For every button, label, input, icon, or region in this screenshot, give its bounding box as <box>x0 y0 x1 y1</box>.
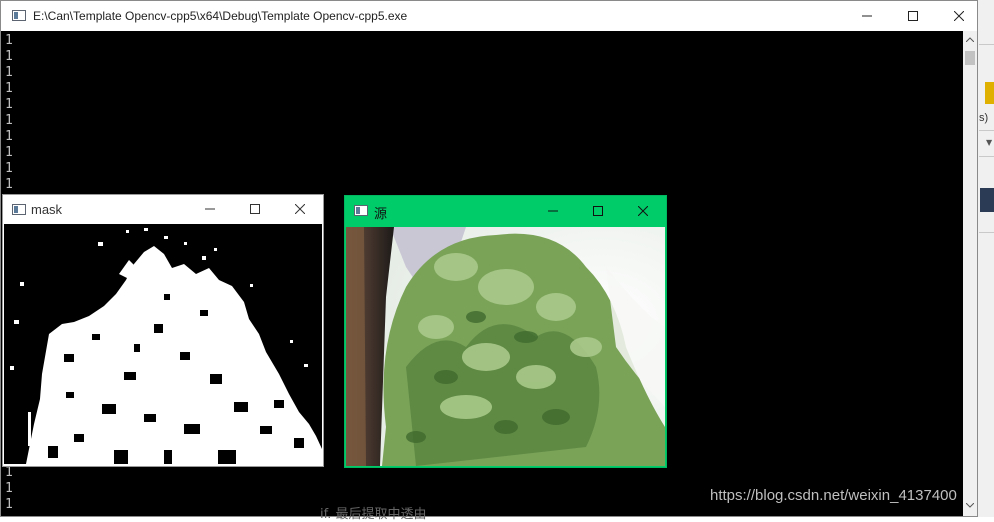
source-minimize-button[interactable] <box>530 196 576 226</box>
close-button[interactable] <box>936 1 982 31</box>
app-icon <box>12 10 26 21</box>
console-line: 1 <box>5 497 13 512</box>
minimize-icon <box>862 15 872 17</box>
scroll-down-icon[interactable] <box>966 503 974 508</box>
maximize-icon <box>908 11 918 21</box>
background-divider <box>979 44 994 45</box>
close-icon <box>954 11 964 21</box>
maximize-icon <box>593 206 603 216</box>
scroll-up-icon[interactable] <box>966 37 974 42</box>
background-dropdown-icon: ▼ <box>986 138 993 147</box>
mask-window[interactable]: mask <box>2 194 324 467</box>
maximize-button[interactable] <box>890 1 936 31</box>
source-close-button[interactable] <box>620 196 666 226</box>
console-line: 1 <box>5 49 13 64</box>
console-line: 1 <box>5 177 13 192</box>
mask-maximize-button[interactable] <box>232 195 278 223</box>
console-title: E:\Can\Template Opencv-cpp5\x64\Debug\Te… <box>33 9 408 23</box>
console-titlebar[interactable]: E:\Can\Template Opencv-cpp5\x64\Debug\Te… <box>1 1 977 31</box>
background-fragment-text: s) <box>979 112 989 124</box>
console-line: 1 <box>5 481 13 496</box>
source-window-title: 源 <box>374 206 388 221</box>
background-bottom-text: if. 最后提取中透由 <box>320 507 427 522</box>
source-window[interactable]: 源 <box>344 195 667 468</box>
minimize-button[interactable] <box>844 1 890 31</box>
watermark: https://blog.csdn.net/weixin_4137400 <box>710 487 957 504</box>
app-icon <box>354 205 368 216</box>
background-divider <box>979 232 994 233</box>
source-image <box>346 227 665 466</box>
console-line: 1 <box>5 465 13 480</box>
app-icon <box>12 204 26 215</box>
background-divider <box>979 130 994 131</box>
scrollbar-thumb[interactable] <box>965 51 975 65</box>
mask-close-button[interactable] <box>277 195 323 223</box>
background-navy-block <box>980 188 994 212</box>
mask-minimize-button[interactable] <box>187 195 233 223</box>
console-line: 1 <box>5 81 13 96</box>
maximize-icon <box>250 204 260 214</box>
console-scrollbar[interactable] <box>963 31 977 516</box>
background-divider <box>979 156 994 157</box>
mask-image <box>4 224 322 464</box>
minimize-icon <box>548 210 558 212</box>
console-line: 1 <box>5 33 13 48</box>
console-line: 1 <box>5 113 13 128</box>
close-icon <box>638 206 648 216</box>
background-app-strip <box>978 0 994 517</box>
minimize-icon <box>205 208 215 210</box>
console-line: 1 <box>5 145 13 160</box>
background-yellow-block <box>985 82 994 104</box>
console-line: 1 <box>5 161 13 176</box>
mask-window-title: mask <box>31 202 63 217</box>
source-maximize-button[interactable] <box>575 196 621 226</box>
console-line: 1 <box>5 129 13 144</box>
console-line: 1 <box>5 65 13 80</box>
console-line: 1 <box>5 97 13 112</box>
close-icon <box>295 204 305 214</box>
